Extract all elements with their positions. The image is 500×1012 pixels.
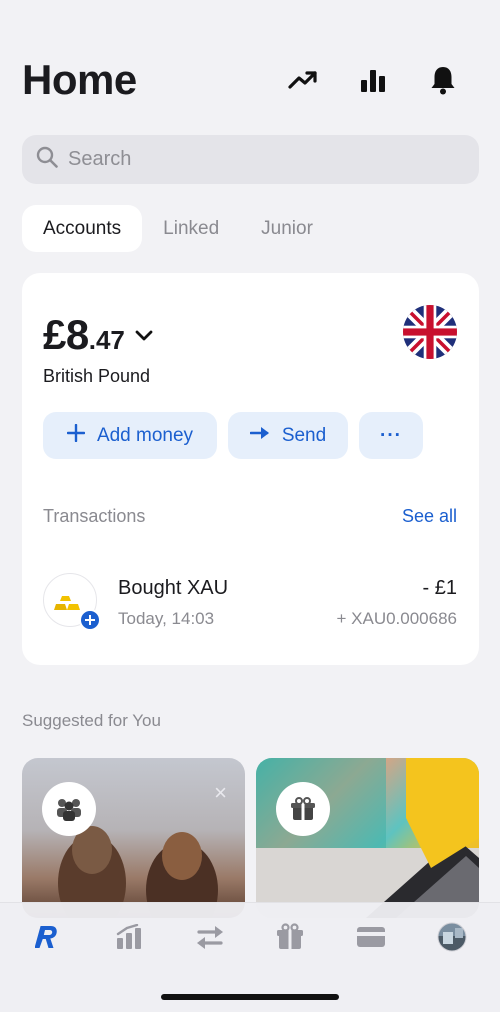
transfer-icon[interactable] — [186, 919, 234, 955]
transaction-row[interactable]: Bought XAU Today, 14:03 - £1 + XAU0.0006… — [43, 573, 457, 633]
transaction-sub-amount: + XAU0.000686 — [336, 609, 457, 628]
suggestion-image-shopping — [256, 758, 479, 918]
search-input[interactable] — [68, 148, 448, 171]
profile-avatar[interactable] — [428, 919, 476, 955]
plus-icon — [66, 423, 86, 448]
trend-up-icon[interactable] — [268, 62, 338, 98]
add-money-button[interactable]: Add money — [43, 412, 217, 459]
account-actions: Add money Send ··· — [43, 412, 423, 459]
header: Home — [22, 56, 478, 104]
currency-name: British Pound — [43, 366, 151, 386]
plus-badge-icon — [79, 609, 101, 631]
more-icon: ··· — [380, 424, 402, 446]
bar-chart-icon[interactable] — [338, 62, 408, 98]
bell-icon[interactable] — [408, 62, 478, 98]
transaction-time: Today, 14:03 — [118, 609, 215, 628]
gift-tab-icon[interactable] — [266, 919, 314, 955]
group-icon — [42, 782, 96, 836]
see-all-link[interactable]: See all — [402, 506, 457, 527]
add-money-label: Add money — [96, 424, 194, 446]
transactions-header: Transactions See all — [43, 506, 457, 527]
arrow-right-icon — [249, 425, 270, 447]
suggestion-card-group[interactable]: × — [22, 758, 245, 918]
gift-icon — [276, 782, 330, 836]
revolut-home-icon[interactable] — [24, 919, 72, 955]
suggestion-card-gift[interactable] — [256, 758, 479, 918]
more-button[interactable]: ··· — [359, 412, 423, 459]
send-label: Send — [281, 424, 327, 446]
suggestion-image-people — [58, 826, 218, 918]
card-icon[interactable] — [347, 919, 395, 955]
header-icons — [268, 62, 478, 98]
account-tabs: Accounts Linked Junior — [22, 205, 334, 252]
analytics-icon[interactable] — [105, 919, 153, 955]
suggested-title: Suggested for You — [22, 711, 161, 730]
transaction-name: Bought XAU — [118, 577, 229, 599]
balance[interactable]: £8 .47 — [43, 311, 153, 359]
tab-linked[interactable]: Linked — [142, 205, 240, 252]
uk-flag-icon — [403, 305, 457, 359]
tab-accounts[interactable]: Accounts — [22, 205, 143, 252]
search-bar[interactable] — [22, 135, 479, 184]
search-icon — [36, 146, 58, 173]
home-indicator[interactable] — [161, 994, 339, 1000]
account-card[interactable]: £8 .47 British Pound Add money Send ··· … — [22, 273, 479, 665]
transactions-title: Transactions — [43, 506, 146, 526]
balance-decimal: .47 — [88, 325, 125, 355]
chevron-down-icon[interactable] — [135, 329, 153, 347]
close-icon[interactable]: × — [214, 780, 227, 806]
send-button[interactable]: Send — [228, 412, 348, 459]
tab-junior[interactable]: Junior — [240, 205, 334, 252]
transaction-amount: - £1 — [422, 577, 457, 599]
balance-main: £8 — [43, 311, 89, 358]
